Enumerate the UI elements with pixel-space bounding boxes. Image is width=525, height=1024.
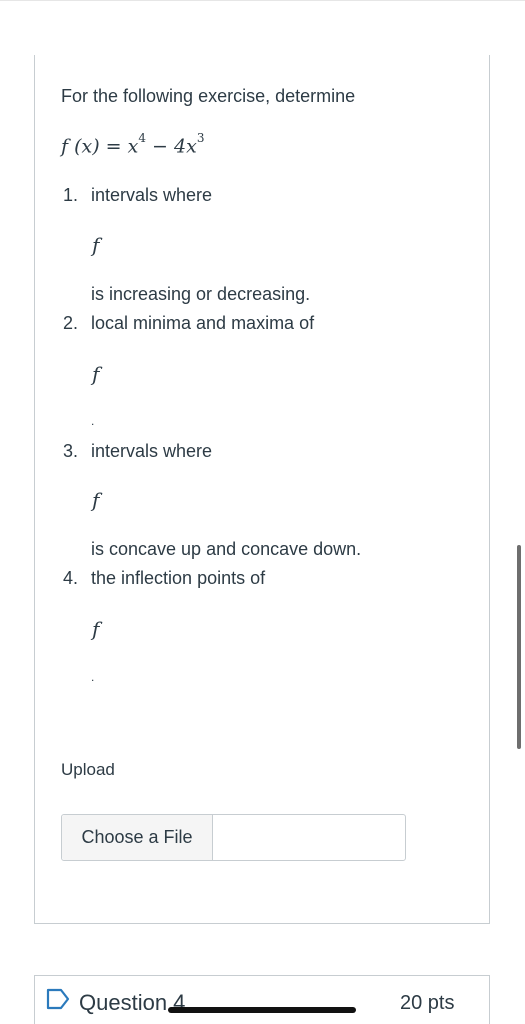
list-item-number: 2. <box>63 313 79 333</box>
formula-minus: − <box>152 135 168 158</box>
home-indicator[interactable] <box>168 1007 356 1013</box>
list-item-text: is concave up and concave down. <box>91 539 362 559</box>
upload-label: Upload <box>61 760 115 779</box>
list-item-period: . <box>91 670 95 684</box>
formula-term1-exponent: 4 <box>138 131 146 145</box>
function-symbol: f <box>92 617 100 641</box>
list-item-period: . <box>91 414 95 428</box>
formula-term1-base: x <box>127 135 139 158</box>
list-item-text: intervals where <box>91 185 213 205</box>
top-divider <box>0 0 525 1</box>
function-symbol: f <box>92 362 100 386</box>
question-points: 20 pts <box>400 992 455 1014</box>
flag-outline-icon[interactable] <box>46 988 70 1010</box>
list-item-text: is increasing or decreasing. <box>91 284 311 304</box>
formula-term2-exponent: 3 <box>196 131 205 145</box>
function-symbol: f <box>92 488 100 512</box>
list-item-number: 1. <box>63 185 79 205</box>
formula-term2-base: 4x <box>174 135 197 158</box>
list-item-number: 4. <box>63 568 79 588</box>
list-item-text: the inflection points of <box>91 568 266 588</box>
scrollbar-thumb[interactable] <box>517 545 521 749</box>
question-prompt: For the following exercise, determine <box>61 86 356 106</box>
list-item-number: 3. <box>63 441 79 461</box>
list-item-text: intervals where <box>91 441 213 461</box>
file-upload-field[interactable]: Choose a File <box>61 814 406 861</box>
function-formula: f (x) = x4 − 4x3 <box>61 131 205 158</box>
formula-lhs: f (x) = <box>61 135 122 158</box>
choose-file-button[interactable]: Choose a File <box>62 815 213 860</box>
list-item-text: local minima and maxima of <box>91 313 315 333</box>
function-symbol: f <box>92 233 100 257</box>
